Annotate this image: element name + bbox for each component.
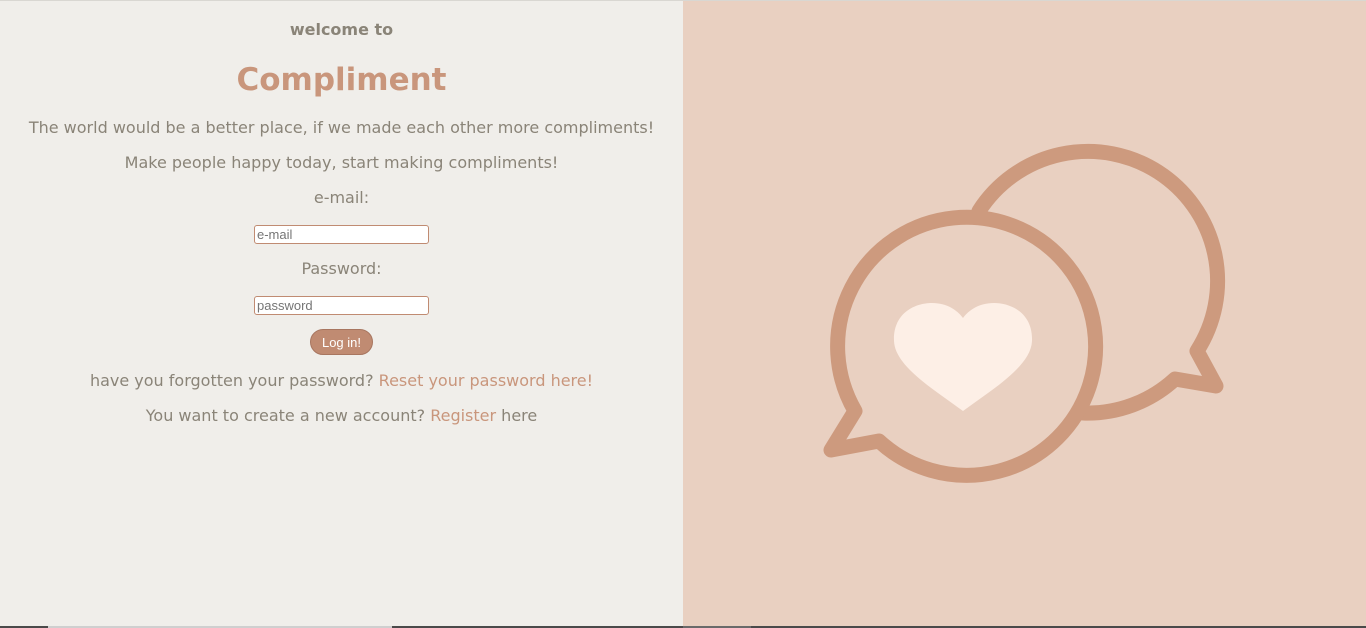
- app-title: Compliment: [236, 62, 447, 98]
- login-page: welcome to Compliment The world would be…: [0, 0, 1366, 628]
- login-panel: welcome to Compliment The world would be…: [0, 1, 683, 628]
- register-prefix-text: You want to create a new account?: [145, 406, 426, 425]
- register-line: You want to create a new account? Regist…: [0, 406, 683, 426]
- illustration-panel: [683, 1, 1366, 628]
- password-label: Password:: [301, 259, 382, 278]
- register-suffix-text: here: [501, 406, 538, 425]
- email-label: e-mail:: [313, 188, 370, 207]
- email-field[interactable]: [254, 225, 429, 244]
- heart-icon: [893, 303, 1033, 411]
- chat-bubbles-heart-icon: [823, 143, 1226, 483]
- password-field[interactable]: [254, 296, 429, 315]
- register-link[interactable]: Register: [430, 406, 496, 425]
- tagline-1: The world would be a better place, if we…: [28, 118, 655, 137]
- forgot-password-line: have you forgotten your password? Reset …: [0, 371, 683, 391]
- reset-password-link[interactable]: Reset your password here!: [379, 371, 593, 390]
- forgot-password-text: have you forgotten your password?: [89, 371, 374, 390]
- tagline-2: Make people happy today, start making co…: [124, 153, 559, 172]
- login-button[interactable]: Log in!: [310, 329, 373, 355]
- welcome-text: welcome to: [289, 20, 394, 39]
